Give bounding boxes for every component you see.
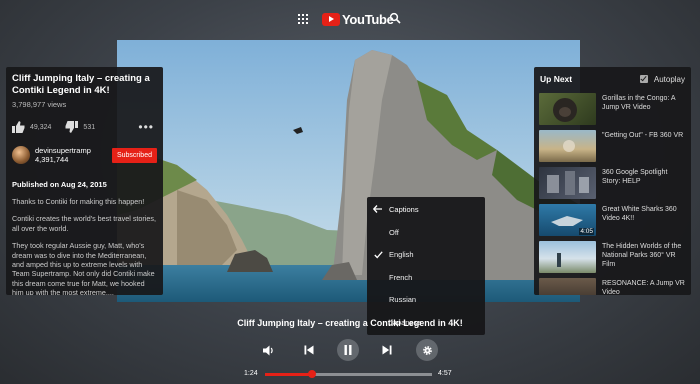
settings-button[interactable]: [416, 339, 438, 361]
video-info-panel: Cliff Jumping Italy – creating a Contiki…: [6, 67, 163, 295]
subscriber-count: 4,391,744: [35, 155, 69, 164]
skip-next-icon: [382, 345, 392, 355]
up-next-item[interactable]: "Getting Out" - FB 360 VR: [534, 128, 691, 165]
autoplay-toggle[interactable]: Autoplay: [639, 74, 685, 84]
up-next-item-title: Great White Sharks 360 Video 4K!!: [602, 206, 677, 222]
seek-bar-progress: [265, 373, 313, 376]
pause-button[interactable]: [337, 339, 359, 361]
subscribe-button[interactable]: Subscribed: [111, 147, 157, 163]
skip-previous-icon: [304, 345, 314, 355]
captions-back-button[interactable]: Captions: [367, 197, 485, 221]
previous-button[interactable]: [298, 339, 320, 361]
progress-bar-area: 1:24 4:57: [0, 370, 700, 380]
top-bar: YouTube: [0, 8, 700, 30]
channel-name[interactable]: devinsupertramp: [35, 146, 91, 155]
up-next-title: Up Next: [540, 74, 573, 84]
description-paragraph: Thanks to Contiki for making this happen…: [12, 197, 145, 206]
like-count: 49,324: [30, 123, 52, 131]
gear-icon: [422, 345, 432, 355]
video-thumbnail: [539, 130, 596, 162]
caption-option-label: French: [389, 272, 413, 282]
up-next-item-title: Gorillas in the Congo: A Jump VR Video: [602, 95, 676, 111]
video-actions: 49,324 531 •••: [12, 120, 157, 134]
video-thumbnail: 4:05: [539, 204, 596, 236]
video-duration: 4:05: [579, 228, 594, 235]
caption-option-label: Russian: [389, 295, 417, 305]
thumbs-down-icon: [65, 121, 79, 133]
seek-bar[interactable]: [265, 370, 432, 378]
check-icon: [374, 250, 383, 258]
caption-option-off[interactable]: Off: [367, 221, 485, 244]
up-next-item[interactable]: The Hidden Worlds of the National Parks …: [534, 239, 691, 276]
caption-option-english[interactable]: English: [367, 244, 485, 267]
seek-bar-handle[interactable]: [308, 370, 317, 378]
search-icon[interactable]: [389, 12, 401, 24]
description-paragraph: They took regular Aussie guy, Matt, who'…: [12, 241, 155, 295]
up-next-header: Up Next Autoplay: [534, 67, 691, 91]
video-thumbnail: [539, 241, 596, 273]
up-next-panel: Up Next Autoplay Gorillas in the Congo: …: [534, 67, 691, 295]
caption-option-label: Off: [389, 227, 399, 237]
video-description: Thanks to Contiki for making this happen…: [12, 197, 157, 295]
app-name: YouTube: [342, 11, 394, 27]
published-date: Published on Aug 24, 2015: [12, 180, 107, 189]
back-arrow-icon: [373, 205, 382, 213]
view-count: 3,798,977 views: [12, 100, 67, 109]
video-thumbnail: [539, 278, 596, 295]
player-video-title: Cliff Jumping Italy – creating a Contiki…: [237, 318, 463, 328]
description-paragraph: Contiki creates the world's best travel …: [12, 214, 156, 233]
youtube-logo[interactable]: YouTube: [322, 10, 394, 28]
apps-grid-icon[interactable]: [298, 14, 308, 24]
volume-icon: [263, 345, 273, 355]
up-next-item-title: The Hidden Worlds of the National Parks …: [602, 243, 682, 268]
up-next-item[interactable]: 4:05 Great White Sharks 360 Video 4K!!: [534, 202, 691, 239]
up-next-item-title: "Getting Out" - FB 360 VR: [602, 132, 684, 139]
up-next-item-title: RESONANCE: A Jump VR Video: [602, 280, 685, 295]
up-next-item[interactable]: RESONANCE: A Jump VR Video: [534, 276, 691, 295]
video-thumbnail: [539, 93, 596, 125]
dislike-button[interactable]: 531: [65, 121, 95, 133]
video-player[interactable]: [117, 40, 580, 302]
up-next-item[interactable]: 360 Google Spotlight Story: HELP: [534, 165, 691, 202]
player-controls: [0, 339, 700, 361]
channel-avatar[interactable]: [12, 146, 30, 164]
thumbs-up-icon: [12, 121, 25, 133]
autoplay-checkbox[interactable]: [639, 75, 648, 83]
caption-option-russian[interactable]: Russian: [367, 289, 485, 312]
up-next-item-title: 360 Google Spotlight Story: HELP: [602, 169, 668, 185]
total-duration: 4:57: [438, 370, 452, 377]
volume-button[interactable]: [258, 339, 280, 361]
more-options-icon[interactable]: •••: [138, 120, 154, 134]
pause-icon: [344, 345, 352, 355]
captions-menu: Captions Off English French Russian Japa…: [367, 197, 485, 335]
next-button[interactable]: [376, 339, 398, 361]
video-title: Cliff Jumping Italy – creating a Contiki…: [12, 73, 150, 96]
caption-option-french[interactable]: French: [367, 266, 485, 289]
like-button[interactable]: 49,324: [12, 121, 51, 133]
current-time: 1:24: [244, 370, 258, 377]
channel-row: devinsupertramp 4,391,744 Subscribed: [12, 146, 157, 164]
youtube-play-icon: [322, 12, 340, 26]
caption-option-label: English: [389, 250, 414, 260]
up-next-item[interactable]: Gorillas in the Congo: A Jump VR Video: [534, 91, 691, 128]
captions-menu-title: Captions: [389, 204, 419, 214]
video-thumbnail: [539, 167, 596, 199]
dislike-count: 531: [83, 123, 96, 131]
autoplay-label: Autoplay: [653, 74, 685, 84]
